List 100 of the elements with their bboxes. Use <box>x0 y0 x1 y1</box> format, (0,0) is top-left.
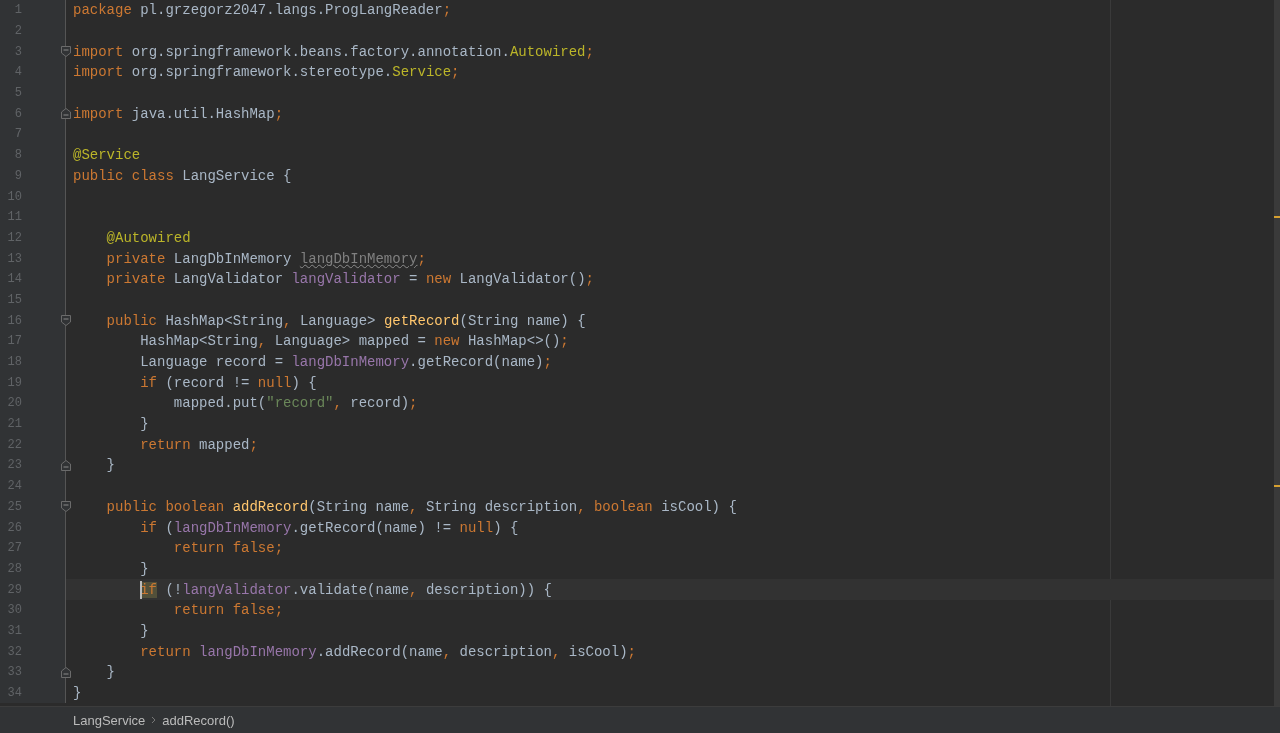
code-text: ) { <box>291 374 317 391</box>
code-text: LangService { <box>182 167 292 184</box>
code-text: HashMap<String <box>165 312 284 329</box>
code-text: ) { <box>493 519 519 536</box>
punctuation: ; <box>417 250 426 267</box>
fold-marker-icon[interactable] <box>60 501 71 513</box>
punctuation: , <box>333 395 342 412</box>
keyword: if <box>140 519 158 536</box>
code-text: } <box>140 560 149 577</box>
unused-field: langDbInMemory <box>299 250 418 267</box>
code-text: ( <box>165 519 174 536</box>
chevron-icon <box>151 716 157 724</box>
keyword: public boolean <box>106 498 225 515</box>
punctuation: ; <box>442 2 452 19</box>
punctuation: , <box>409 498 418 515</box>
method-name: addRecord <box>232 498 309 515</box>
punctuation: ; <box>274 105 284 122</box>
punctuation: , <box>577 498 586 515</box>
code-text: } <box>106 664 115 681</box>
fold-marker-icon[interactable] <box>60 666 71 678</box>
annotation: Service <box>392 64 452 81</box>
code-text: Language> <box>299 312 376 329</box>
keyword: boolean <box>593 498 653 515</box>
keyword: public class <box>73 167 174 184</box>
code-text: mapped <box>199 436 250 453</box>
code-text: .getRecord(name) != <box>291 519 452 536</box>
code-text: .addRecord(name <box>316 643 443 660</box>
punctuation: ; <box>274 540 284 557</box>
keyword: return false <box>173 540 275 557</box>
code-text: description)) { <box>425 581 552 598</box>
punctuation: ; <box>249 436 258 453</box>
punctuation: ; <box>543 354 552 371</box>
punctuation: , <box>442 643 452 660</box>
annotation: Autowired <box>509 43 586 60</box>
code-text: } <box>140 416 149 433</box>
code-text: } <box>73 685 82 702</box>
punctuation: ; <box>409 395 418 412</box>
punctuation: , <box>283 312 292 329</box>
breadcrumb-item[interactable]: addRecord() <box>162 712 235 728</box>
code-text: HashMap<String <box>140 333 258 350</box>
code-text: org.springframework.stereotype. <box>131 64 393 81</box>
field-name: langDbInMemory <box>291 354 410 371</box>
code-text: LangDbInMemory <box>173 250 292 267</box>
punctuation: ; <box>560 333 569 350</box>
method-name: getRecord <box>383 312 460 329</box>
code-text: description <box>459 643 552 660</box>
breadcrumb-item[interactable]: LangService <box>73 712 146 728</box>
punctuation: ; <box>627 643 636 660</box>
keyword: if <box>140 374 158 391</box>
code-text: .getRecord(name) <box>409 354 544 371</box>
keyword: null <box>459 519 494 536</box>
punctuation: ; <box>585 271 594 288</box>
punctuation: ; <box>451 64 460 81</box>
punctuation: , <box>409 581 418 598</box>
keyword: return <box>140 643 191 660</box>
keyword: if <box>140 581 158 598</box>
keyword: new <box>434 333 460 350</box>
code-text: = <box>409 271 418 288</box>
code-text: isCool) <box>568 643 628 660</box>
code-text: LangValidator() <box>459 271 586 288</box>
code-text: Language record = <box>140 354 284 371</box>
code-text: java.util.HashMap <box>131 105 275 122</box>
annotation: @Service <box>73 147 141 164</box>
code-text: HashMap<>() <box>467 333 561 350</box>
warning-stripe-mark[interactable] <box>1274 485 1280 488</box>
code-text: record) <box>350 395 410 412</box>
code-text: .validate(name <box>291 581 410 598</box>
code-text: } <box>140 622 149 639</box>
field-name: langDbInMemory <box>199 643 317 660</box>
code-text: (! <box>165 581 183 598</box>
code-text: pl.grzegorz2047.langs.ProgLangReader <box>140 2 443 19</box>
code-text: LangValidator <box>173 271 284 288</box>
keyword: import <box>73 64 124 81</box>
keyword: return false <box>173 602 275 619</box>
keyword: import <box>73 43 124 60</box>
keyword: null <box>257 374 292 391</box>
code-text: String description <box>425 498 578 515</box>
annotation: @Autowired <box>106 229 191 246</box>
warning-stripe-mark[interactable] <box>1274 216 1280 219</box>
code-text: isCool) { <box>661 498 737 515</box>
fold-marker-icon[interactable] <box>60 108 71 120</box>
fold-marker-icon[interactable] <box>60 459 71 471</box>
fold-marker-icon[interactable] <box>60 315 71 327</box>
punctuation: , <box>551 643 561 660</box>
field-name: langValidator <box>291 271 401 288</box>
fold-marker-icon[interactable] <box>60 46 71 58</box>
punctuation: ; <box>585 43 594 60</box>
field-name: langValidator <box>182 581 292 598</box>
code-text: (String name <box>308 498 410 515</box>
code-text: mapped.put( <box>173 395 267 412</box>
code-text: (String name) { <box>459 312 586 329</box>
string-literal: "record" <box>266 395 334 412</box>
punctuation: , <box>257 333 267 350</box>
keyword: private <box>106 250 166 267</box>
code-text: } <box>106 457 115 474</box>
keyword: private <box>106 271 166 288</box>
keyword: package <box>73 2 132 19</box>
field-name: langDbInMemory <box>173 519 292 536</box>
code-text: org.springframework.beans.factory.annotation. <box>131 43 510 60</box>
code-text: (record != <box>165 374 250 391</box>
